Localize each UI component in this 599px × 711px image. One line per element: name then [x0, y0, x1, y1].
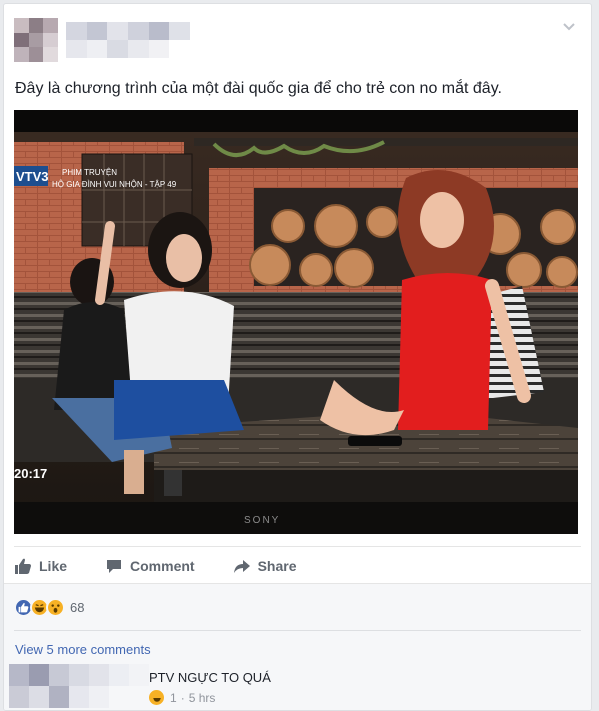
haha-reaction-icon: [149, 690, 164, 705]
post-photo[interactable]: VTV3 PHIM TRUYỆN HỘ GIA ĐÌNH VUI NHỘN - …: [14, 110, 578, 534]
comment-item: PTV NGỰC TO QUÁ 1 · 5 hrs: [4, 664, 591, 710]
post-text: Đây là chương trình của một đài quốc gia…: [15, 80, 502, 97]
thumbs-up-icon: [15, 558, 31, 574]
program-line-1: PHIM TRUYỆN: [62, 168, 117, 177]
comment-text: PTV NGỰC TO QUÁ: [149, 670, 271, 685]
clock-overlay: 20:17: [14, 466, 47, 481]
comment-reaction-count[interactable]: 1: [170, 691, 177, 705]
commenter-avatar-pixelated[interactable]: [9, 664, 149, 708]
share-button[interactable]: Share: [233, 557, 297, 575]
comments-section: 68 View 5 more comments PTV NGỰC TO QUÁ …: [4, 583, 591, 710]
tv-brand-logo: SONY: [244, 515, 280, 526]
share-arrow-icon: [233, 560, 250, 573]
reaction-count: 68: [70, 599, 85, 615]
post-header: [4, 4, 591, 74]
wow-reaction-icon: [46, 597, 65, 617]
comment-timestamp[interactable]: 5 hrs: [189, 691, 216, 705]
chevron-down-icon[interactable]: [561, 18, 577, 34]
author-avatar-pixelated[interactable]: [14, 18, 58, 62]
share-label: Share: [257, 558, 297, 574]
author-name-pixelated[interactable]: [66, 22, 190, 58]
separator-dot: ·: [180, 690, 185, 705]
reactions-summary[interactable]: 68: [14, 597, 84, 617]
tv-screen-photo: VTV3 PHIM TRUYỆN HỘ GIA ĐÌNH VUI NHỘN - …: [14, 110, 578, 534]
post-actions-bar: Like Comment Share: [14, 552, 578, 580]
comments-divider: [14, 630, 581, 631]
comment-label: Comment: [130, 558, 195, 574]
program-line-2: HỘ GIA ĐÌNH VUI NHỘN - TẬP 49: [52, 180, 177, 189]
view-more-comments-link[interactable]: View 5 more comments: [15, 642, 151, 657]
comment-meta: 1 · 5 hrs: [149, 690, 215, 705]
comment-button[interactable]: Comment: [105, 557, 195, 575]
channel-logo: VTV3: [16, 169, 49, 184]
speech-bubble-icon: [107, 560, 122, 573]
like-button[interactable]: Like: [14, 557, 67, 575]
like-label: Like: [39, 558, 68, 574]
post-card: Đây là chương trình của một đài quốc gia…: [3, 3, 592, 711]
actions-divider: [14, 546, 581, 547]
